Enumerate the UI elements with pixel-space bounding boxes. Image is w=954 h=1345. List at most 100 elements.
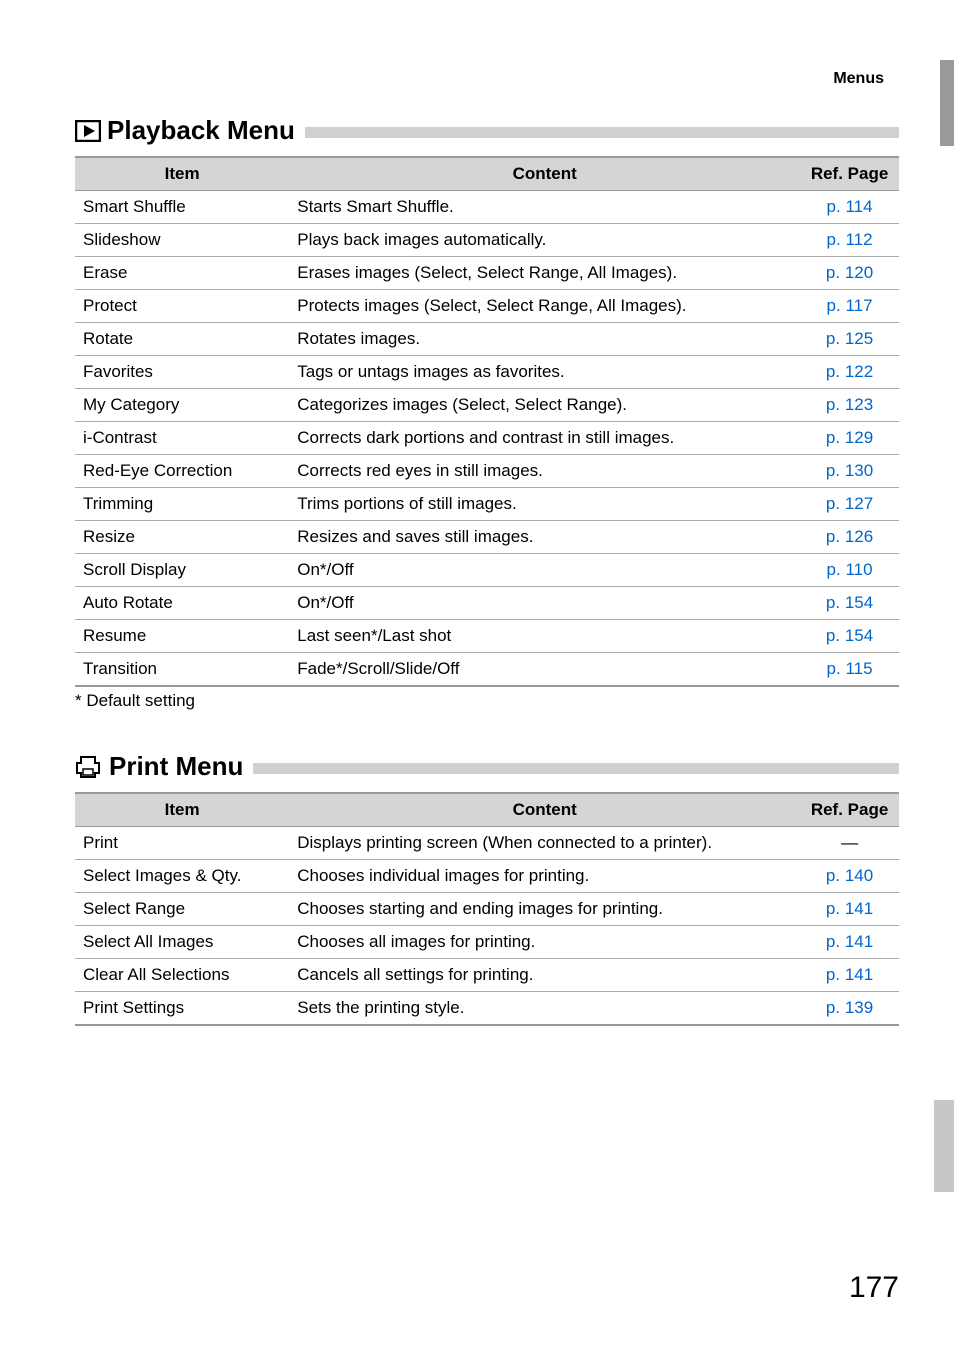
cell-content: Erases images (Select, Select Range, All… [289, 257, 800, 290]
table-row: ProtectProtects images (Select, Select R… [75, 290, 899, 323]
cell-content: Starts Smart Shuffle. [289, 191, 800, 224]
table-row: SlideshowPlays back images automatically… [75, 224, 899, 257]
col-content: Content [289, 157, 800, 191]
cell-ref[interactable]: p. 154 [800, 620, 899, 653]
table-row: Select Images & Qty.Chooses individual i… [75, 860, 899, 893]
section-title-print: Print Menu [75, 751, 899, 782]
col-ref: Ref. Page [800, 793, 899, 827]
table-row: My CategoryCategorizes images (Select, S… [75, 389, 899, 422]
cell-ref[interactable]: p. 141 [800, 893, 899, 926]
col-content: Content [289, 793, 800, 827]
table-row: RotateRotates images.p. 125 [75, 323, 899, 356]
cell-item: My Category [75, 389, 289, 422]
playback-icon [75, 120, 101, 142]
cell-item: Print Settings [75, 992, 289, 1026]
cell-ref[interactable]: p. 140 [800, 860, 899, 893]
table-row: TrimmingTrims portions of still images.p… [75, 488, 899, 521]
table-row: Smart ShuffleStarts Smart Shuffle.p. 114 [75, 191, 899, 224]
table-row: i-ContrastCorrects dark portions and con… [75, 422, 899, 455]
cell-item: Auto Rotate [75, 587, 289, 620]
cell-ref[interactable]: p. 115 [800, 653, 899, 687]
table-row: ResumeLast seen*/Last shotp. 154 [75, 620, 899, 653]
cell-ref[interactable]: p. 154 [800, 587, 899, 620]
title-bar [253, 763, 899, 774]
cell-item: Transition [75, 653, 289, 687]
cell-content: Chooses all images for printing. [289, 926, 800, 959]
cell-content: Displays printing screen (When connected… [289, 827, 800, 860]
cell-content: Trims portions of still images. [289, 488, 800, 521]
cell-ref[interactable]: p. 123 [800, 389, 899, 422]
cell-content: Chooses starting and ending images for p… [289, 893, 800, 926]
table-row: Red-Eye CorrectionCorrects red eyes in s… [75, 455, 899, 488]
table-row: PrintDisplays printing screen (When conn… [75, 827, 899, 860]
cell-ref[interactable]: p. 120 [800, 257, 899, 290]
cell-content: Corrects red eyes in still images. [289, 455, 800, 488]
cell-item: Favorites [75, 356, 289, 389]
table-row: TransitionFade*/Scroll/Slide/Offp. 115 [75, 653, 899, 687]
table-row: Select RangeChooses starting and ending … [75, 893, 899, 926]
cell-content: Fade*/Scroll/Slide/Off [289, 653, 800, 687]
cell-ref[interactable]: p. 112 [800, 224, 899, 257]
playback-table: Item Content Ref. Page Smart ShuffleStar… [75, 156, 899, 687]
table-row: ResizeResizes and saves still images.p. … [75, 521, 899, 554]
cell-content: Rotates images. [289, 323, 800, 356]
print-title-text: Print Menu [109, 751, 243, 782]
cell-ref[interactable]: p. 129 [800, 422, 899, 455]
cell-content: On*/Off [289, 554, 800, 587]
cell-ref[interactable]: p. 139 [800, 992, 899, 1026]
table-header-row: Item Content Ref. Page [75, 793, 899, 827]
cell-content: Chooses individual images for printing. [289, 860, 800, 893]
cell-ref[interactable]: p. 141 [800, 926, 899, 959]
cell-ref[interactable]: p. 117 [800, 290, 899, 323]
cell-content: Corrects dark portions and contrast in s… [289, 422, 800, 455]
cell-item: Resume [75, 620, 289, 653]
cell-content: Protects images (Select, Select Range, A… [289, 290, 800, 323]
table-row: Auto RotateOn*/Offp. 154 [75, 587, 899, 620]
cell-item: Red-Eye Correction [75, 455, 289, 488]
cell-item: Select Images & Qty. [75, 860, 289, 893]
title-bar [305, 127, 899, 138]
cell-item: Resize [75, 521, 289, 554]
cell-ref[interactable]: p. 125 [800, 323, 899, 356]
cell-ref[interactable]: p. 126 [800, 521, 899, 554]
cell-item: Protect [75, 290, 289, 323]
col-ref: Ref. Page [800, 157, 899, 191]
cell-item: Select Range [75, 893, 289, 926]
cell-item: Smart Shuffle [75, 191, 289, 224]
table-row: Print SettingsSets the printing style.p.… [75, 992, 899, 1026]
cell-content: Resizes and saves still images. [289, 521, 800, 554]
print-table: Item Content Ref. Page PrintDisplays pri… [75, 792, 899, 1026]
cell-content: Cancels all settings for printing. [289, 959, 800, 992]
section-title-text: Playback Menu [75, 115, 295, 146]
table-row: Clear All SelectionsCancels all settings… [75, 959, 899, 992]
side-tab-top [940, 60, 954, 146]
print-icon [75, 755, 103, 779]
cell-item: Scroll Display [75, 554, 289, 587]
table-row: EraseErases images (Select, Select Range… [75, 257, 899, 290]
section-title-playback: Playback Menu [75, 115, 899, 146]
cell-ref[interactable]: p. 110 [800, 554, 899, 587]
cell-content: Tags or untags images as favorites. [289, 356, 800, 389]
cell-ref[interactable]: p. 141 [800, 959, 899, 992]
table-row: FavoritesTags or untags images as favori… [75, 356, 899, 389]
table-header-row: Item Content Ref. Page [75, 157, 899, 191]
table-row: Select All ImagesChooses all images for … [75, 926, 899, 959]
cell-item: i-Contrast [75, 422, 289, 455]
cell-item: Clear All Selections [75, 959, 289, 992]
cell-content: Plays back images automatically. [289, 224, 800, 257]
cell-ref[interactable]: p. 127 [800, 488, 899, 521]
page-number: 177 [849, 1271, 899, 1305]
section-title-text: Print Menu [75, 751, 243, 782]
cell-ref[interactable]: p. 114 [800, 191, 899, 224]
cell-ref[interactable]: p. 122 [800, 356, 899, 389]
table-row: Scroll DisplayOn*/Offp. 110 [75, 554, 899, 587]
col-item: Item [75, 793, 289, 827]
cell-content: Sets the printing style. [289, 992, 800, 1026]
cell-content: On*/Off [289, 587, 800, 620]
cell-item: Trimming [75, 488, 289, 521]
playback-title-text: Playback Menu [107, 115, 295, 146]
cell-ref[interactable]: p. 130 [800, 455, 899, 488]
header-label: Menus [833, 70, 884, 88]
cell-item: Rotate [75, 323, 289, 356]
cell-item: Slideshow [75, 224, 289, 257]
